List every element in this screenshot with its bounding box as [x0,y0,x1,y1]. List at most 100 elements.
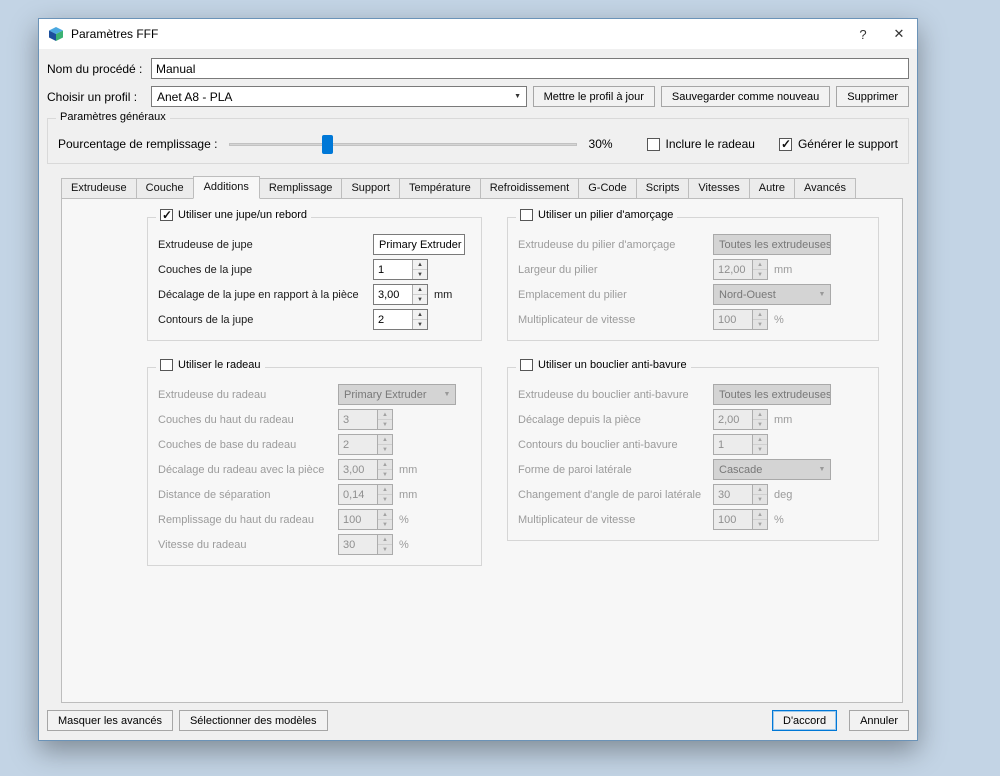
general-settings-group: Paramètres généraux Pourcentage de rempl… [47,111,909,164]
include-raft-checkbox[interactable] [646,137,660,151]
setting-row: Contours de la jupe 2 ▲ ▼ [158,307,473,332]
spinner-buttons: ▲ ▼ [752,510,767,529]
hide-advanced-button[interactable]: Masquer les avancés [47,710,173,731]
tab-scripts[interactable]: Scripts [635,178,690,199]
dropdown-value: Cascade [719,463,763,476]
setting-label: Forme de paroi latérale [518,463,632,476]
dropdown-value: Primary Extruder [344,388,427,401]
spinner-buttons[interactable]: ▲ ▼ [412,285,427,304]
skirt-enable-checkbox[interactable] [160,208,173,222]
spin-up-icon: ▲ [378,535,392,545]
unit-label: mm [399,488,418,501]
raft-enable-checkbox[interactable] [160,359,173,371]
spin-up-icon: ▲ [378,510,392,520]
save-as-new-button[interactable]: Sauvegarder comme nouveau [660,86,831,107]
skirt-offset-spinner[interactable]: 3,00 ▲ ▼ [373,284,428,305]
skirt-extruder-dropdown[interactable]: Primary Extruder ▼ [373,234,465,255]
tab-couche[interactable]: Couche [135,178,194,199]
app-cube-icon [48,26,64,42]
tab-refroidissement[interactable]: Refroidissement [479,178,580,199]
spinner-value: 2,00 [718,413,740,426]
spinner-value: 3 [343,413,350,426]
close-icon[interactable]: ✕ [881,19,917,49]
skirt-layers-spinner[interactable]: 1 ▲ ▼ [373,259,428,280]
spinner-value: 100 [343,513,362,526]
update-profile-button[interactable]: Mettre le profil à jour [532,86,655,107]
unit-label: % [399,538,409,551]
generate-support-checkbox[interactable] [778,137,792,151]
setting-label: Décalage du radeau avec la pièce [158,463,325,476]
spin-up-icon[interactable]: ▲ [413,260,427,270]
select-models-button[interactable]: Sélectionner des modèles [178,710,328,731]
setting-label: Distance de séparation [158,488,271,501]
unit-label: % [399,513,409,526]
help-button[interactable]: ? [845,19,881,49]
profile-dropdown[interactable]: Anet A8 - PLA ▼ [151,86,527,107]
slider-thumb[interactable] [321,134,333,154]
setting-row: Décalage depuis la pièce 2,00 ▲ ▼ mm [518,407,870,432]
tab-extrudeuse[interactable]: Extrudeuse [61,178,137,199]
spinner-value: 3,00 [343,463,365,476]
tab-gcode[interactable]: G-Code [578,178,637,199]
skirt-outlines-spinner[interactable]: 2 ▲ ▼ [373,309,428,330]
slider-track[interactable] [229,142,577,146]
setting-row: Décalage de la jupe en rapport à la pièc… [158,282,473,307]
ooze-shield-enable-checkbox[interactable] [520,359,533,371]
spin-down-icon: ▼ [382,521,388,528]
include-raft-option[interactable]: Inclure le radeau [646,137,755,151]
spin-up-icon: ▲ [753,510,767,520]
tab-additions[interactable]: Additions [192,176,260,199]
spin-down-icon: ▼ [382,421,388,428]
setting-label: Emplacement du pilier [518,288,627,301]
pillar-extruder-dropdown: Toutes les extrudeuses ▼ [713,234,831,255]
tab-vitesses[interactable]: Vitesses [688,178,750,199]
spinner-value: 30 [343,538,356,551]
spin-up-icon[interactable]: ▲ [413,310,427,320]
prime-pillar-enable-checkbox[interactable] [520,209,533,221]
setting-label: Décalage depuis la pièce [518,413,641,426]
process-name-input[interactable] [151,58,909,79]
tab-temperature[interactable]: Température [398,178,481,199]
spinner-buttons[interactable]: ▲ ▼ [412,260,427,279]
profile-row: Choisir un profil : Anet A8 - PLA ▼ Mett… [47,86,909,107]
chevron-down-icon: ▼ [818,291,826,298]
ooze-speed-spinner: 100 ▲ ▼ [713,509,768,530]
prime-pillar-group: Utiliser un pilier d'amorçage Extrudeuse… [507,209,879,341]
spinner-buttons: ▲ ▼ [377,460,392,479]
chevron-down-icon: ▼ [818,466,826,473]
spinner-buttons: ▲ ▼ [377,410,392,429]
tab-avances[interactable]: Avancés [794,178,857,199]
general-group-title: Paramètres généraux [56,111,170,123]
setting-row: Couches du haut du radeau 3 ▲ ▼ [158,407,473,432]
infill-slider[interactable] [229,134,577,155]
fff-settings-dialog: Paramètres FFF ? ✕ Nom du procédé : Choi… [38,18,918,741]
unit-label: mm [774,263,793,276]
tab-support[interactable]: Support [341,178,400,199]
spin-down-icon[interactable]: ▼ [413,270,427,279]
ok-button[interactable]: D'accord [772,710,838,731]
pillar-location-dropdown: Nord-Ouest ▼ [713,284,831,305]
delete-profile-button[interactable]: Supprimer [836,86,909,107]
unit-label: mm [434,288,453,301]
cancel-button[interactable]: Annuler [849,710,909,731]
spinner-buttons[interactable]: ▲ ▼ [412,310,427,329]
unit-label: mm [399,463,418,476]
spin-down-icon[interactable]: ▼ [413,295,427,304]
spin-up-icon[interactable]: ▲ [413,285,427,295]
tab-autre[interactable]: Autre [748,178,796,199]
spin-down-icon: ▼ [757,521,763,528]
ooze-extruder-dropdown: Toutes les extrudeuses ▼ [713,384,831,405]
spin-down-icon[interactable]: ▼ [413,320,427,329]
tab-remplissage[interactable]: Remplissage [258,178,343,199]
spinner-buttons: ▲ ▼ [752,410,767,429]
spinner-buttons: ▲ ▼ [752,260,767,279]
setting-label: Multiplicateur de vitesse [518,513,636,526]
window-title: Paramètres FFF [71,27,159,41]
setting-row: Distance de séparation 0,14 ▲ ▼ mm [158,482,473,507]
setting-row: Contours du bouclier anti-bavure 1 ▲ ▼ [518,432,870,457]
generate-support-option[interactable]: Générer le support [778,137,898,151]
title-bar[interactable]: Paramètres FFF ? ✕ [39,19,917,49]
setting-label: Changement d'angle de paroi latérale [518,488,702,501]
unit-label: deg [774,488,793,501]
spin-up-icon: ▲ [753,485,767,495]
